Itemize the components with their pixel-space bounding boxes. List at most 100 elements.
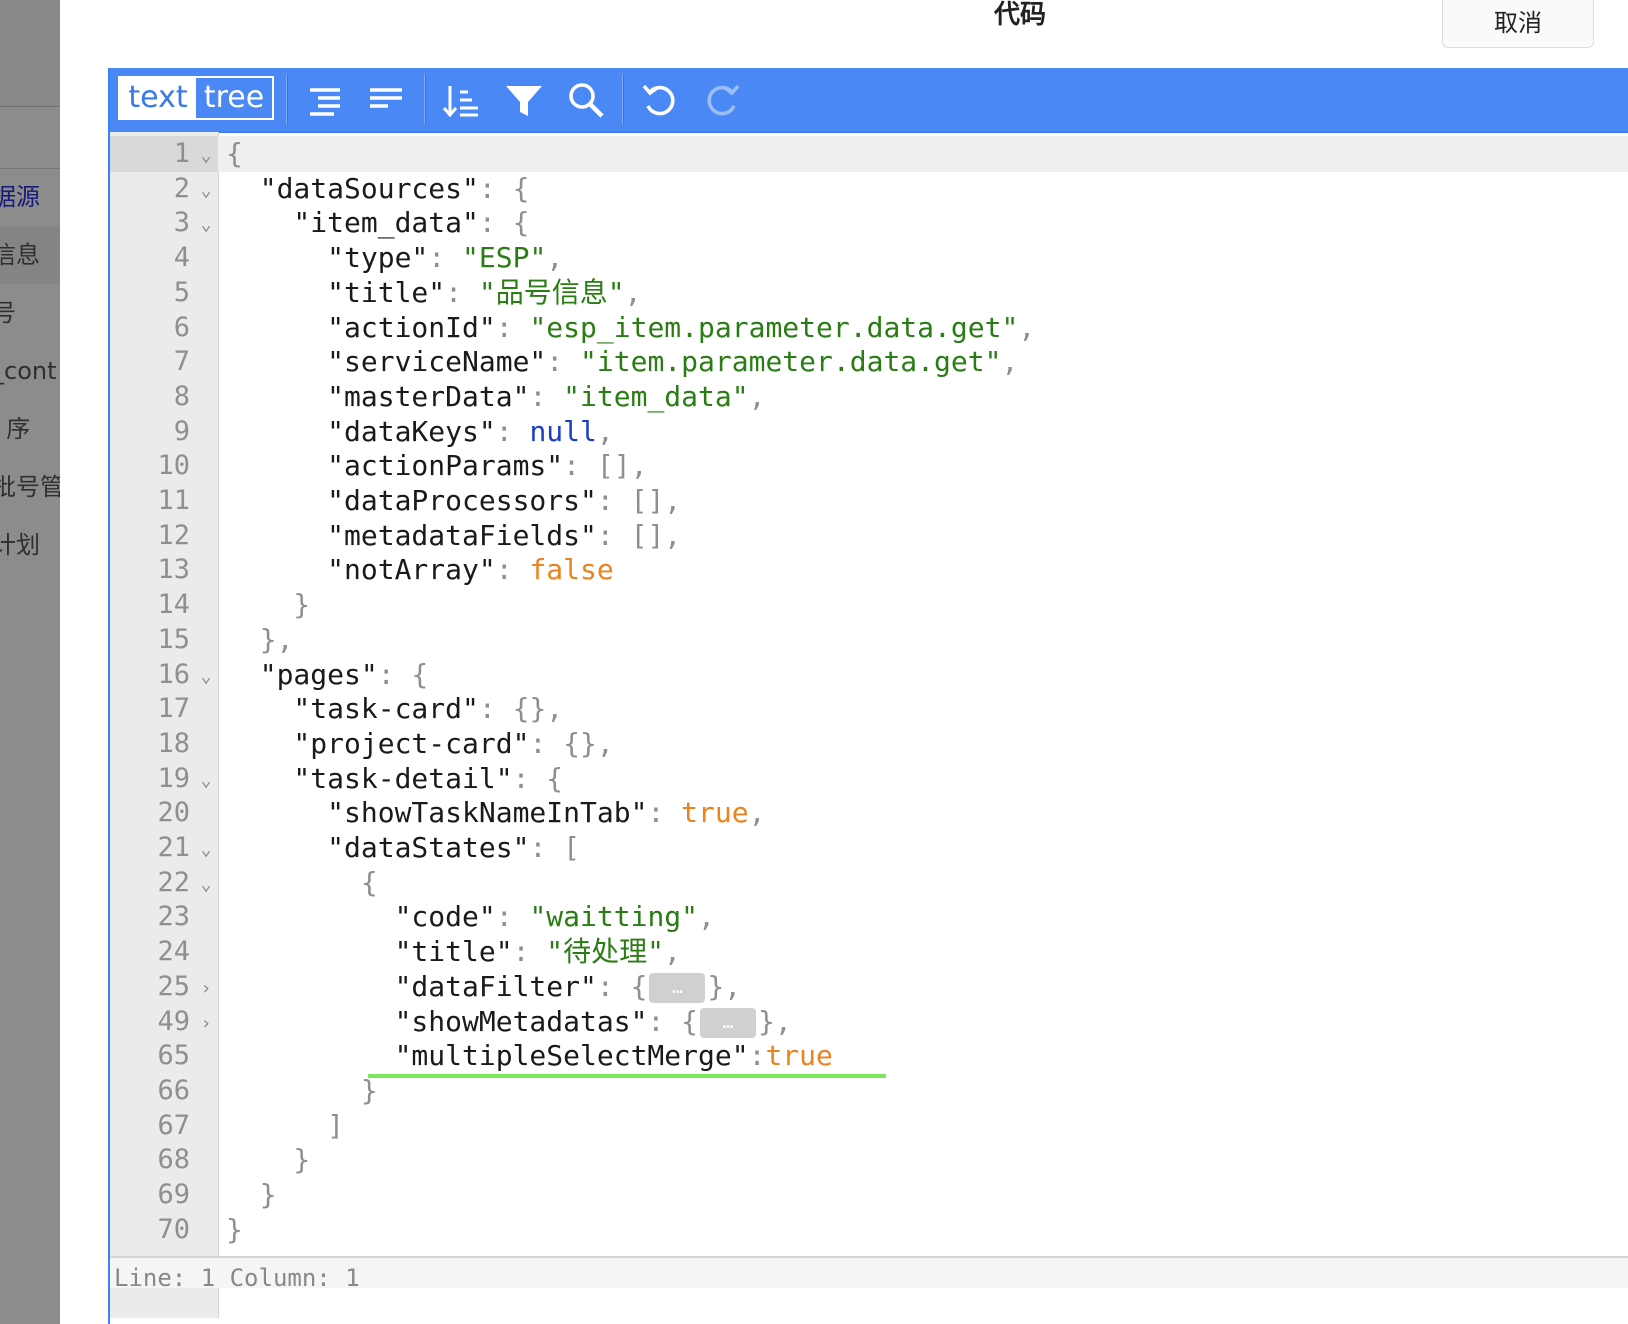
- mode-tree-button[interactable]: tree: [196, 78, 272, 118]
- highlight-underline: [368, 1074, 886, 1078]
- code-token: : {},: [529, 726, 614, 760]
- code-line: 69 }: [110, 1177, 1628, 1212]
- code-line: 6 "actionId": "esp_item.parameter.data.g…: [110, 310, 1628, 345]
- code-text: "pages": {: [226, 657, 429, 692]
- line-number: 70: [157, 1213, 190, 1245]
- code-token: ,: [596, 414, 614, 448]
- redo-icon[interactable]: [700, 78, 744, 122]
- background-menu-item: 批号管: [0, 473, 60, 501]
- code-token: "待处理": [546, 935, 665, 969]
- code-token: "showTaskNameInTab": [226, 796, 648, 830]
- code-token: ,: [1001, 345, 1019, 379]
- undo-icon[interactable]: [638, 78, 682, 122]
- code-token: ,: [748, 796, 766, 830]
- toolbar-separator: [286, 74, 288, 124]
- code-token: "pages": [226, 657, 378, 691]
- code-token: false: [529, 553, 614, 587]
- compact-icon[interactable]: [364, 78, 408, 122]
- code-token: ,: [698, 900, 715, 934]
- code-token: "dataKeys": [226, 414, 496, 448]
- code-text: "dataStates": [: [226, 830, 580, 865]
- code-token: : [],: [563, 449, 648, 483]
- code-token: ,: [748, 379, 766, 413]
- code-token: ]: [226, 1108, 345, 1142]
- line-number: 21: [157, 832, 190, 863]
- code-token: "waitting": [529, 900, 699, 934]
- mode-text-button[interactable]: text: [120, 78, 196, 118]
- code-text: "task-card": {},: [226, 691, 563, 726]
- format-icon[interactable]: [302, 78, 346, 122]
- code-text: }: [226, 1177, 277, 1212]
- code-token: "masterData": [226, 379, 530, 413]
- code-area[interactable]: 1 ⌄{2 ⌄ "dataSources": {3 ⌄ "item_data": {4…: [110, 132, 1628, 1318]
- line-number: 4: [173, 242, 190, 274]
- code-text: "masterData": "item_data",: [226, 379, 765, 414]
- code-line: 9 "dataKeys": null,: [110, 414, 1628, 449]
- code-token: :: [428, 241, 463, 275]
- line-number: 6: [173, 311, 190, 343]
- code-line: 5 "title": "品号信息",: [110, 275, 1628, 310]
- code-line: 13 "notArray": false: [110, 552, 1628, 587]
- code-token: ,: [1018, 310, 1036, 344]
- line-number: 17: [157, 693, 190, 725]
- code-token: :: [495, 310, 530, 344]
- code-text: "multipleSelectMerge":true: [226, 1038, 833, 1073]
- code-token: },: [758, 1004, 792, 1038]
- code-token: "dataProcessors": [226, 484, 597, 517]
- background-menu-item: 计划: [0, 531, 40, 559]
- code-token: "item_data": [226, 206, 479, 240]
- code-token: }: [226, 1073, 378, 1107]
- filter-icon[interactable]: [502, 78, 546, 122]
- code-line: 3 ⌄ "item_data": {: [110, 205, 1628, 240]
- code-text: "project-card": {},: [226, 726, 614, 761]
- code-token: }: [226, 588, 311, 622]
- code-text: "showTaskNameInTab": true,: [226, 795, 765, 830]
- search-icon[interactable]: [564, 78, 608, 122]
- code-token: "notArray": [226, 553, 496, 587]
- code-token: : [],: [596, 484, 682, 517]
- line-number: 23: [157, 901, 190, 933]
- code-token: :: [512, 935, 547, 969]
- line-number: 15: [157, 623, 190, 655]
- cancel-button[interactable]: 取消: [1442, 0, 1594, 48]
- code-token: : {: [596, 969, 648, 1003]
- background-menu-item: 号: [0, 299, 16, 327]
- code-text: "dataKeys": null,: [226, 414, 614, 449]
- sort-icon[interactable]: [440, 78, 484, 122]
- line-number: 13: [157, 554, 190, 586]
- line-number: 9: [173, 415, 190, 447]
- collapsed-content-pill[interactable]: …: [700, 1007, 757, 1038]
- code-line: 16 ⌄ "pages": {: [110, 657, 1628, 692]
- line-number: 19: [157, 762, 190, 794]
- code-token: : {: [478, 206, 530, 240]
- code-line: 19 ⌄ "task-detail": {: [110, 761, 1628, 796]
- line-number: 14: [157, 589, 190, 621]
- code-token: "task-card": [226, 692, 479, 726]
- code-token: ,: [546, 241, 564, 275]
- code-token: "dataSources": [226, 171, 479, 205]
- code-token: : [: [529, 831, 581, 864]
- line-number: 25: [157, 970, 190, 1002]
- code-line: 21 ⌄ "dataStates": [: [110, 830, 1628, 865]
- code-line: 11 "dataProcessors": [],: [110, 483, 1628, 518]
- code-line: 17 "task-card": {},: [110, 691, 1628, 726]
- code-token: "item_data": [563, 379, 749, 413]
- code-line: 2 ⌄ "dataSources": {: [110, 171, 1628, 206]
- code-token: : [],: [596, 518, 682, 552]
- mode-switch: text tree: [118, 76, 274, 120]
- code-text: "actionId": "esp_item.parameter.data.get…: [226, 310, 1035, 345]
- code-text: "notArray": false: [226, 552, 614, 587]
- code-token: "task-detail": [226, 761, 513, 795]
- background-menu-item: 信息: [0, 226, 60, 284]
- code-token: "metadataFields": [226, 518, 597, 552]
- code-line: 49 › "showMetadatas": {…},: [110, 1004, 1628, 1039]
- code-token: "title": [226, 935, 513, 969]
- code-line: 10 "actionParams": [],: [110, 448, 1628, 483]
- code-token: "dataFilter": [226, 969, 597, 1003]
- code-text: {: [226, 136, 243, 171]
- code-token: {: [226, 137, 243, 170]
- code-line: 23 "code": "waitting",: [110, 899, 1628, 934]
- collapsed-content-pill[interactable]: …: [649, 972, 706, 1003]
- code-line: 65 "multipleSelectMerge":true: [110, 1038, 1628, 1073]
- code-token: "dataStates": [226, 831, 530, 864]
